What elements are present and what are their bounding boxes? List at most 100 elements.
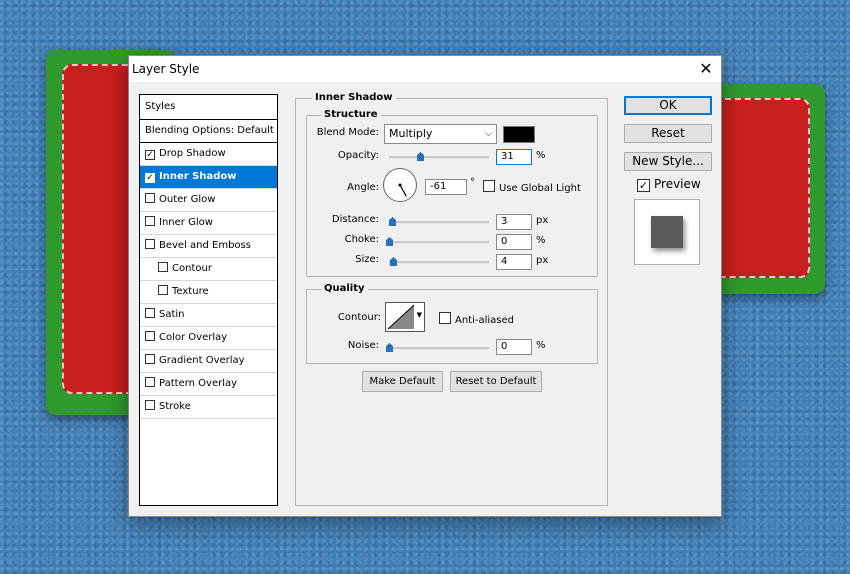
blend-mode-label: Blend Mode: bbox=[316, 127, 379, 138]
style-item-drop-shadow[interactable]: ✓ Drop Shadow bbox=[140, 143, 277, 166]
contour-preview-icon bbox=[387, 304, 415, 330]
style-item-inner-shadow[interactable]: ✓ Inner Shadow bbox=[140, 166, 277, 189]
style-item-pattern-overlay[interactable]: Pattern Overlay bbox=[140, 373, 277, 396]
opacity-label: Opacity: bbox=[337, 150, 379, 161]
checkbox-icon[interactable]: ✓ bbox=[145, 173, 155, 183]
style-item-gradient-overlay[interactable]: Gradient Overlay bbox=[140, 350, 277, 373]
blend-mode-value: Multiply bbox=[389, 127, 433, 140]
shadow-color-swatch[interactable] bbox=[503, 126, 535, 143]
noise-slider[interactable] bbox=[386, 343, 489, 352]
structure-title: Structure bbox=[321, 109, 381, 120]
style-item-label: Stroke bbox=[159, 401, 191, 412]
checkbox-icon[interactable] bbox=[145, 400, 155, 410]
checkbox-icon[interactable]: ✓ bbox=[145, 150, 155, 160]
angle-input[interactable]: -61 bbox=[425, 179, 467, 195]
style-item-label: Bevel and Emboss bbox=[159, 240, 251, 251]
use-global-light-label: Use Global Light bbox=[499, 183, 581, 194]
styles-header[interactable]: Styles bbox=[140, 95, 277, 120]
preview-square bbox=[651, 216, 683, 248]
structure-group: Structure Blend Mode: Multiply ⌵ Opacity… bbox=[306, 109, 598, 277]
style-item-label: Contour bbox=[172, 263, 212, 274]
distance-label: Distance: bbox=[331, 214, 379, 225]
angle-dial[interactable] bbox=[383, 168, 417, 202]
style-item-label: Outer Glow bbox=[159, 194, 216, 205]
distance-input[interactable]: 3 bbox=[496, 214, 532, 230]
noise-slider-thumb[interactable] bbox=[386, 343, 393, 352]
anti-aliased-checkbox[interactable]: Anti-aliased bbox=[439, 312, 514, 326]
ok-button[interactable]: OK bbox=[624, 96, 712, 115]
style-item-label: Pattern Overlay bbox=[159, 378, 238, 389]
preview-swatch bbox=[634, 199, 700, 265]
make-default-button[interactable]: Make Default bbox=[362, 371, 443, 392]
angle-label: Angle: bbox=[347, 182, 379, 193]
checkbox-icon[interactable] bbox=[145, 308, 155, 318]
size-slider-thumb[interactable] bbox=[390, 257, 397, 266]
quality-title: Quality bbox=[321, 283, 368, 294]
checkbox-icon[interactable] bbox=[158, 285, 168, 295]
title-bar: Layer Style ✕ bbox=[129, 56, 721, 82]
style-item-inner-glow[interactable]: Inner Glow bbox=[140, 212, 277, 235]
opacity-slider[interactable] bbox=[389, 152, 489, 161]
reset-button[interactable]: Reset bbox=[624, 124, 712, 143]
contour-label: Contour: bbox=[337, 312, 381, 323]
chevron-down-icon: ⌵ bbox=[485, 129, 492, 139]
dialog-title: Layer Style bbox=[132, 62, 200, 76]
size-input[interactable]: 4 bbox=[496, 254, 532, 270]
noise-input[interactable]: 0 bbox=[496, 339, 532, 355]
use-global-light-checkbox[interactable]: Use Global Light bbox=[483, 180, 581, 194]
opacity-input[interactable]: 31 bbox=[496, 149, 532, 165]
distance-unit: px bbox=[536, 215, 549, 226]
reset-to-default-button[interactable]: Reset to Default bbox=[450, 371, 542, 392]
inner-shadow-group: Inner Shadow Structure Blend Mode: Multi… bbox=[295, 92, 608, 506]
angle-dial-needle bbox=[398, 183, 407, 197]
contour-picker[interactable]: ▼ bbox=[385, 302, 425, 332]
style-item-label: Drop Shadow bbox=[159, 148, 226, 159]
distance-slider-thumb[interactable] bbox=[389, 217, 396, 226]
style-item-label: Texture bbox=[172, 286, 209, 297]
size-slider[interactable] bbox=[389, 257, 489, 266]
checkbox-icon[interactable] bbox=[145, 216, 155, 226]
style-item-outer-glow[interactable]: Outer Glow bbox=[140, 189, 277, 212]
quality-group: Quality Contour: ▼ Anti-aliased Noise: 0… bbox=[306, 283, 598, 364]
checkbox-icon bbox=[483, 180, 495, 192]
preview-checkbox[interactable]: ✓ Preview bbox=[637, 177, 701, 192]
style-item-texture[interactable]: Texture bbox=[140, 281, 277, 304]
opacity-unit: % bbox=[536, 150, 546, 161]
style-item-label: Inner Glow bbox=[159, 217, 213, 228]
choke-slider[interactable] bbox=[386, 237, 489, 246]
style-item-satin[interactable]: Satin bbox=[140, 304, 277, 327]
new-style-button[interactable]: New Style... bbox=[624, 152, 712, 171]
styles-list: Styles Blending Options: Default ✓ Drop S… bbox=[139, 94, 278, 506]
choke-slider-thumb[interactable] bbox=[386, 237, 393, 246]
preview-label: Preview bbox=[654, 177, 701, 191]
style-item-label: Satin bbox=[159, 309, 185, 320]
blending-options-item[interactable]: Blending Options: Default bbox=[140, 120, 277, 143]
size-unit: px bbox=[536, 255, 549, 266]
style-item-contour[interactable]: Contour bbox=[140, 258, 277, 281]
style-item-label: Inner Shadow bbox=[159, 171, 237, 182]
size-label: Size: bbox=[355, 254, 379, 265]
checkbox-icon[interactable] bbox=[145, 377, 155, 387]
choke-label: Choke: bbox=[344, 234, 379, 245]
blend-mode-select[interactable]: Multiply ⌵ bbox=[384, 124, 497, 144]
checkbox-icon[interactable] bbox=[145, 239, 155, 249]
opacity-slider-thumb[interactable] bbox=[417, 152, 424, 161]
checkbox-icon: ✓ bbox=[637, 179, 650, 192]
close-icon[interactable]: ✕ bbox=[691, 56, 721, 82]
style-item-bevel-and-emboss[interactable]: Bevel and Emboss bbox=[140, 235, 277, 258]
chevron-down-icon: ▼ bbox=[416, 311, 422, 319]
checkbox-icon[interactable] bbox=[145, 331, 155, 341]
anti-aliased-label: Anti-aliased bbox=[455, 315, 515, 326]
checkbox-icon[interactable] bbox=[145, 193, 155, 203]
style-item-color-overlay[interactable]: Color Overlay bbox=[140, 327, 277, 350]
checkbox-icon[interactable] bbox=[158, 262, 168, 272]
distance-slider[interactable] bbox=[389, 217, 489, 226]
layer-style-dialog: Layer Style ✕ Styles Blending Options: D… bbox=[128, 55, 722, 517]
inner-shadow-title: Inner Shadow bbox=[312, 92, 396, 103]
choke-input[interactable]: 0 bbox=[496, 234, 532, 250]
checkbox-icon bbox=[439, 312, 451, 324]
choke-unit: % bbox=[536, 235, 546, 246]
noise-unit: % bbox=[536, 340, 546, 351]
style-item-stroke[interactable]: Stroke bbox=[140, 396, 277, 419]
checkbox-icon[interactable] bbox=[145, 354, 155, 364]
